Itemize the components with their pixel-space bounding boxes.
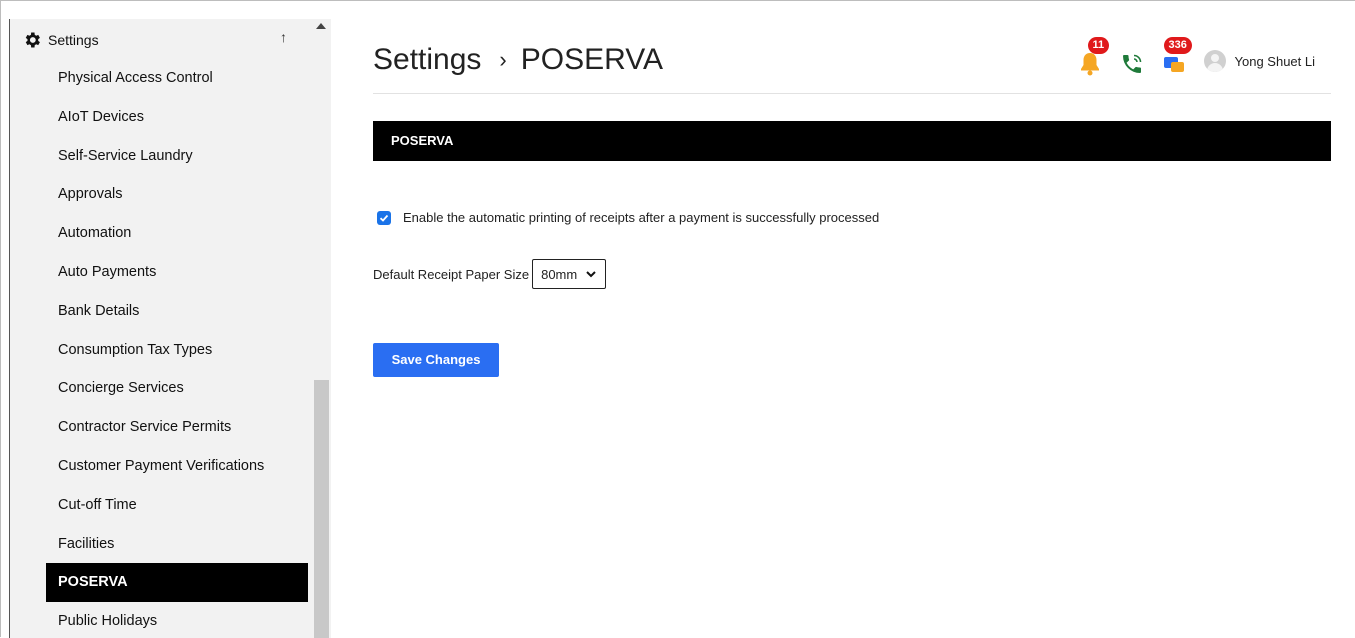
scroll-up-icon[interactable] — [316, 23, 326, 29]
checkmark-icon — [379, 214, 389, 222]
auto-print-label[interactable]: Enable the automatic printing of receipt… — [403, 210, 879, 225]
sidebar-item-approvals[interactable]: Approvals — [46, 175, 308, 214]
sidebar-item-aiot-devices[interactable]: AIoT Devices — [46, 98, 308, 137]
sidebar-item-poserva[interactable]: POSERVA — [46, 563, 308, 603]
sidebar-header[interactable]: Settings — [22, 28, 99, 52]
sidebar-item-contractor-service-permits[interactable]: Contractor Service Permits — [46, 408, 308, 447]
settings-nav-list: Physical Access Control AIoT Devices Sel… — [46, 59, 308, 638]
auto-print-option: Enable the automatic printing of receipt… — [377, 210, 879, 225]
sidebar-item-physical-access-control[interactable]: Physical Access Control — [46, 59, 308, 98]
avatar[interactable] — [1203, 50, 1226, 72]
paper-size-field: Default Receipt Paper Size 80mm — [373, 259, 607, 289]
scrollbar-thumb[interactable] — [314, 380, 329, 638]
sidebar-item-automation[interactable]: Automation — [46, 214, 308, 253]
user-name[interactable]: Yong Shuet Li — [1235, 54, 1315, 69]
breadcrumb: Settings › POSERVA — [373, 43, 663, 77]
phone-ring-icon — [1122, 54, 1141, 73]
sidebar-item-customer-payment-verifications[interactable]: Customer Payment Verifications — [46, 447, 308, 486]
notifications-count-badge: 11 — [1087, 37, 1110, 54]
header-divider — [373, 93, 1331, 94]
bell-icon — [1080, 53, 1099, 76]
paper-size-select[interactable]: 80mm — [532, 259, 607, 289]
paper-size-label: Default Receipt Paper Size — [373, 266, 530, 282]
phone-button[interactable] — [1120, 47, 1148, 75]
sidebar-item-public-holidays[interactable]: Public Holidays — [46, 602, 308, 638]
chevron-down-icon — [586, 271, 596, 278]
gear-icon — [25, 32, 40, 48]
auto-print-checkbox[interactable] — [377, 210, 391, 225]
header-actions: 11 336 Yong Shuet Li — [1078, 37, 1333, 81]
sidebar-item-auto-payments[interactable]: Auto Payments — [46, 253, 308, 292]
chat-icon — [1163, 57, 1184, 72]
sidebar-scrollbar[interactable] — [311, 19, 331, 638]
section-header: POSERVA — [373, 121, 1331, 161]
messages-button[interactable]: 336 — [1162, 37, 1192, 75]
sidebar-item-self-service-laundry[interactable]: Self-Service Laundry — [46, 137, 308, 176]
sidebar-item-concierge-services[interactable]: Concierge Services — [46, 369, 308, 408]
save-changes-button[interactable]: Save Changes — [373, 343, 499, 377]
paper-size-value: 80mm — [541, 266, 578, 282]
sidebar-item-facilities[interactable]: Facilities — [46, 525, 308, 564]
breadcrumb-root[interactable]: Settings — [373, 43, 481, 77]
breadcrumb-separator: › — [499, 47, 507, 72]
messages-count-badge: 336 — [1163, 37, 1192, 54]
page-title: POSERVA — [520, 43, 664, 76]
sidebar-title: Settings — [48, 32, 99, 48]
main-content: Settings › POSERVA 11 336 Yong Shuet Li … — [373, 1, 1333, 638]
sidebar-item-bank-details[interactable]: Bank Details — [46, 292, 308, 331]
collapse-up-icon[interactable]: ↑ — [280, 29, 287, 45]
sidebar-item-cut-off-time[interactable]: Cut-off Time — [46, 486, 308, 525]
sidebar-item-consumption-tax-types[interactable]: Consumption Tax Types — [46, 331, 308, 370]
app-frame: Settings ↑ Physical Access Control AIoT … — [0, 0, 1355, 638]
sidebar: Settings ↑ Physical Access Control AIoT … — [9, 19, 331, 638]
notifications-button[interactable]: 11 — [1078, 37, 1110, 76]
